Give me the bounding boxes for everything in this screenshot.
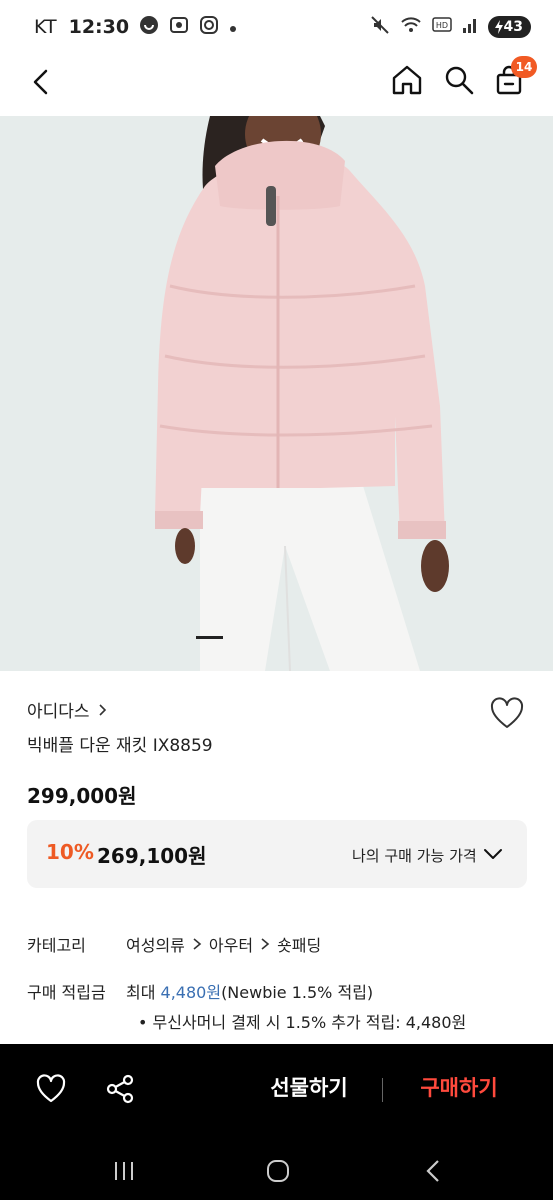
notification-icon xyxy=(139,15,159,40)
category-item[interactable]: 여성의류 xyxy=(126,932,185,956)
cart-count-badge: 14 xyxy=(511,56,537,78)
carousel-indicator xyxy=(196,636,223,639)
system-back-button[interactable] xyxy=(424,1159,442,1183)
divider xyxy=(382,1078,383,1102)
charging-icon xyxy=(494,20,503,34)
search-icon xyxy=(445,66,474,95)
recent-apps-button[interactable] xyxy=(112,1160,136,1182)
category-item[interactable]: 숏패딩 xyxy=(277,932,321,956)
discount-price: 269,100원 xyxy=(97,844,207,868)
heart-icon xyxy=(36,1074,66,1103)
dot-icon xyxy=(229,16,237,38)
battery-level: 43 xyxy=(503,19,523,35)
category-breadcrumb: 여성의류 아우터 숏패딩 xyxy=(126,932,321,956)
search-button[interactable] xyxy=(442,63,476,97)
discount-rate: 10% xyxy=(46,840,94,864)
home-circle-icon xyxy=(267,1160,289,1182)
buy-button[interactable]: 구매하기 xyxy=(400,1072,518,1102)
heart-icon xyxy=(490,697,524,728)
chevron-right-icon xyxy=(261,938,270,950)
points-label: 구매 적립금 xyxy=(27,983,106,1002)
hd-icon: HD xyxy=(431,16,452,39)
screenshot-icon xyxy=(169,15,189,40)
chevron-right-icon xyxy=(98,703,106,716)
back-button[interactable] xyxy=(26,66,58,98)
chevron-down-icon xyxy=(484,849,502,859)
recent-apps-icon xyxy=(115,1162,133,1180)
status-time: 12:30 xyxy=(68,16,130,38)
wishlist-button[interactable] xyxy=(489,697,525,731)
points-info: 최대 4,480원(Newbie 1.5% 적립) xyxy=(126,979,373,1003)
discount-price-box[interactable]: 10% 269,100원 나의 구매 가능 가격 xyxy=(27,820,527,888)
share-icon xyxy=(106,1074,134,1104)
bottom-action-bar: 선물하기 구매하기 xyxy=(0,1044,553,1200)
category-label: 카테고리 xyxy=(27,936,86,955)
brand-link[interactable]: 아디다스 xyxy=(27,697,108,722)
top-nav xyxy=(0,54,553,116)
home-button[interactable] xyxy=(390,63,424,97)
mute-icon xyxy=(370,15,390,40)
brand-name: 아디다스 xyxy=(27,702,90,722)
status-bar: KT 12:30 HD 43 xyxy=(0,0,553,54)
product-photo xyxy=(0,116,553,671)
home-icon xyxy=(392,65,422,95)
instagram-icon xyxy=(199,15,219,40)
signal-icon xyxy=(462,16,478,39)
my-price-label: 나의 구매 가능 가격 xyxy=(352,847,477,865)
svg-text:HD: HD xyxy=(435,21,447,30)
points-suffix: (Newbie 1.5% 적립) xyxy=(221,983,374,1002)
points-bullet: • 무신사머니 결제 시 1.5% 추가 적립: 4,480원 xyxy=(138,1013,467,1032)
chevron-left-icon xyxy=(33,69,48,95)
points-prefix: 최대 xyxy=(126,983,161,1002)
original-price: 299,000원 xyxy=(27,784,137,808)
battery-indicator: 43 xyxy=(487,16,531,38)
back-arrow-icon xyxy=(426,1160,439,1182)
wifi-icon xyxy=(400,15,422,40)
product-image[interactable] xyxy=(0,116,553,671)
system-home-button[interactable] xyxy=(265,1158,291,1184)
like-button[interactable] xyxy=(35,1073,67,1105)
category-item[interactable]: 아우터 xyxy=(209,932,253,956)
product-name: 빅배플 다운 재킷 IX8859 xyxy=(27,736,213,756)
system-nav-bar xyxy=(0,1145,553,1200)
points-value: 4,480원 xyxy=(160,983,222,1002)
gift-button[interactable]: 선물하기 xyxy=(250,1072,368,1102)
share-button[interactable] xyxy=(104,1073,136,1105)
chevron-right-icon xyxy=(193,938,202,950)
carrier-label: KT xyxy=(34,16,57,38)
